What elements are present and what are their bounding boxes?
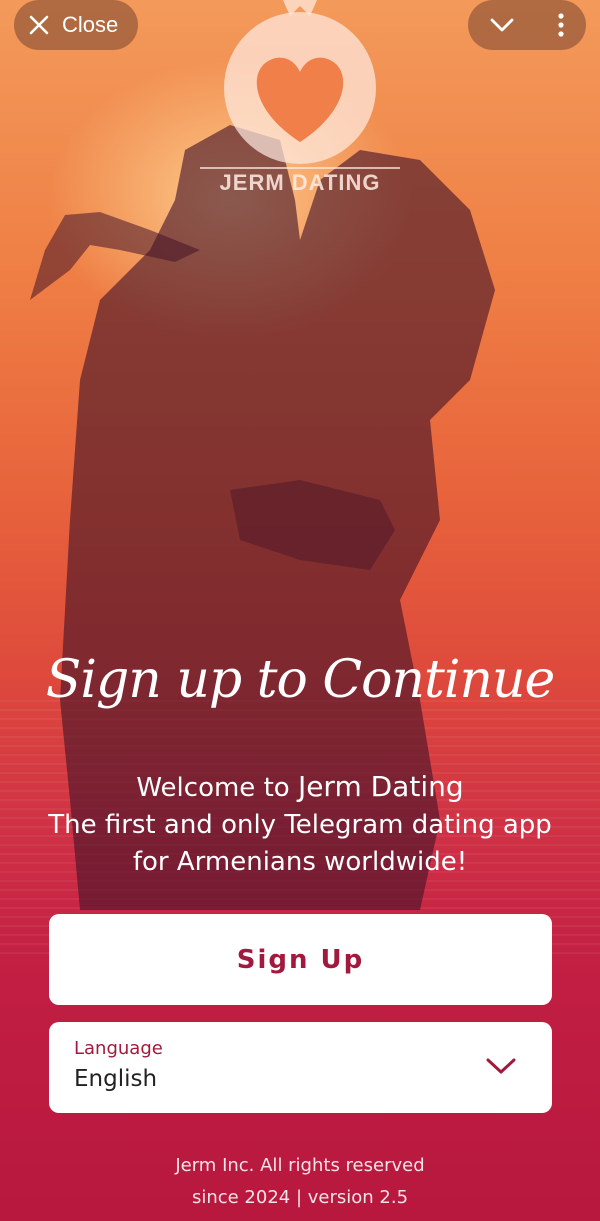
language-select[interactable]: Language English: [49, 1022, 552, 1113]
x-icon: [29, 15, 49, 35]
footer-copyright: Jerm Inc. All rights reserved: [175, 1155, 425, 1176]
footer-version: since 2024 | version 2.5: [191, 1187, 409, 1208]
chevron-down-icon: [490, 18, 514, 32]
headline: Sign up to Continue: [45, 650, 555, 710]
close-label: Close: [62, 12, 119, 37]
chevron-down-icon: [486, 1058, 516, 1074]
more-vertical-icon: [558, 13, 564, 37]
language-label: Language: [74, 1038, 163, 1059]
menu-button[interactable]: [557, 13, 565, 37]
tagline: The first and only Telegram dating app f…: [48, 810, 552, 877]
welcome-prefix: Welcome to: [136, 773, 298, 803]
language-value: English: [74, 1066, 158, 1092]
sign-up-button[interactable]: Sign Up: [49, 914, 552, 1005]
footer: Jerm Inc. All rights reserved since 2024…: [0, 1150, 600, 1214]
header-actions: [468, 0, 586, 50]
logo-text: JERM DATING: [219, 170, 381, 195]
welcome-brand: Jerm Dating: [297, 770, 464, 803]
close-button[interactable]: Close: [14, 0, 138, 50]
collapse-button[interactable]: [489, 17, 515, 33]
welcome-text: Welcome to Jerm Dating The first and onl…: [30, 768, 570, 881]
